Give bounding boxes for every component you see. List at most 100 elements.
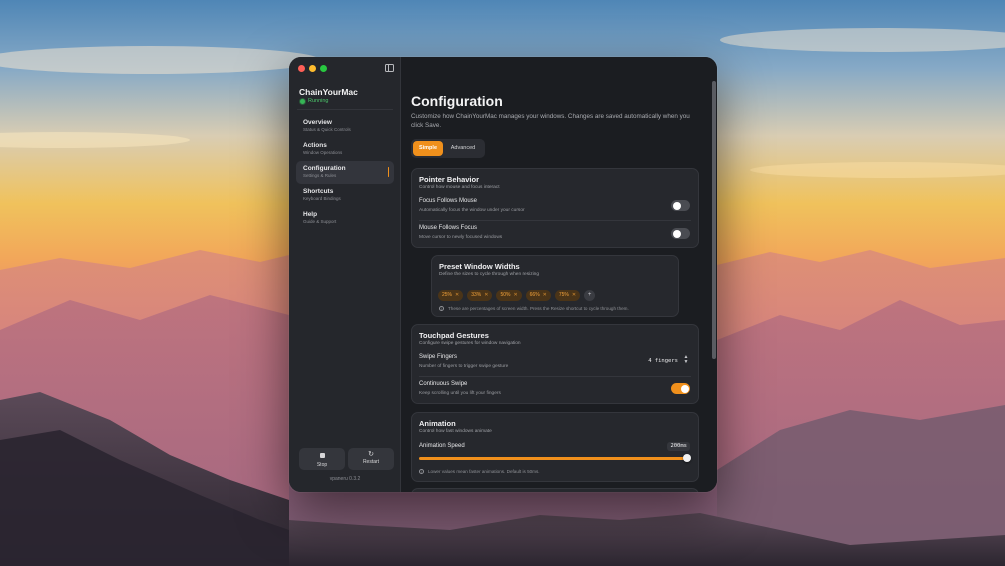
mouse-follows-focus-toggle[interactable] [671, 228, 690, 239]
pointer-behavior-card: Pointer Behavior Control how mouse and f… [411, 168, 699, 248]
zoom-button[interactable] [320, 65, 327, 72]
version-label: vpaneru 0.3.2 [329, 476, 361, 482]
card-title: Pointer Behavior [419, 175, 480, 184]
remove-icon[interactable]: ✕ [543, 290, 547, 301]
card-subtitle: Control how mouse and focus interact [419, 185, 500, 190]
width-chip[interactable]: 33% ✕ [467, 290, 493, 301]
continuous-swipe-desc: Keep scrolling until you lift your finge… [419, 391, 501, 396]
mouse-follows-focus-desc: Move cursor to newly focused windows [419, 235, 503, 240]
chip-label: 75% [558, 292, 569, 298]
focus-follows-mouse-toggle[interactable] [671, 200, 690, 211]
card-title: Touchpad Gestures [419, 331, 489, 340]
toggle-knob [672, 229, 681, 238]
main-content: Configuration Customize how ChainYourMac… [401, 57, 717, 492]
sidebar-item-label: Configuration [303, 165, 346, 172]
stop-icon [319, 453, 325, 458]
width-chip[interactable]: 75% ✕ [554, 290, 581, 301]
active-indicator [387, 167, 389, 177]
animation-speed-value: 200ms [667, 442, 690, 451]
stop-label: Stop [316, 462, 328, 468]
restart-button[interactable]: ↻ Restart [348, 448, 394, 470]
card-subtitle: Configure swipe gestures for window navi… [419, 341, 521, 346]
continuous-swipe-toggle[interactable] [671, 383, 690, 394]
restart-icon: ↻ [368, 451, 374, 458]
swipe-fingers-value: 4 fingers [648, 358, 678, 364]
sidebar-divider [297, 109, 393, 110]
sidebar-item-label: Overview [303, 119, 332, 126]
status-text: Running [308, 98, 329, 104]
sidebar-item-sublabel: Settings & Rules [303, 173, 337, 178]
row-divider [419, 376, 691, 377]
sidebar: ChainYourMac Running Overview Status & Q… [289, 57, 401, 492]
mouse-follows-focus-label: Mouse Follows Focus [419, 225, 478, 231]
close-button[interactable] [298, 65, 305, 72]
sidebar-item-overview[interactable]: Overview Status & Quick Controls [296, 115, 394, 138]
preset-info: i These are percentages of screen width.… [439, 306, 629, 311]
info-icon: i [439, 306, 444, 311]
chip-label: 66% [529, 292, 540, 298]
sidebar-item-sublabel: Guide & Support [303, 219, 337, 224]
sidebar-item-label: Help [303, 211, 318, 218]
preset-widths-card: Preset Window Widths Define the sizes to… [431, 255, 679, 317]
mode-segmented-control: Simple Advanced [411, 139, 485, 158]
remove-icon[interactable]: ✕ [513, 290, 517, 301]
status-dot-icon [300, 98, 305, 104]
chip-label: 33% [471, 292, 482, 298]
animation-info-text: Lower values mean faster animations. Def… [428, 469, 540, 474]
card-subtitle: Control how fast windows animate [419, 429, 492, 434]
card-title: Animation [419, 419, 456, 428]
card-title: Preset Window Widths [439, 262, 520, 271]
sidebar-toggle-icon[interactable] [385, 64, 394, 72]
remove-icon[interactable]: ✕ [572, 290, 576, 301]
remove-icon[interactable]: ✕ [484, 290, 488, 301]
preset-info-text: These are percentages of screen width. P… [448, 306, 629, 311]
sidebar-item-label: Shortcuts [303, 188, 334, 195]
info-icon: i [419, 469, 424, 474]
add-width-button[interactable]: + [584, 290, 596, 301]
scrollbar[interactable] [712, 81, 716, 359]
touchpad-gestures-card: Touchpad Gestures Configure swipe gestur… [411, 324, 699, 404]
titlebar [289, 57, 401, 81]
sidebar-item-label: Actions [303, 142, 327, 149]
tab-simple[interactable]: Simple [413, 141, 443, 156]
sidebar-item-configuration[interactable]: Configuration Settings & Rules [296, 161, 394, 184]
sidebar-item-sublabel: Status & Quick Controls [303, 127, 351, 132]
card-subtitle: Define the sizes to cycle through when r… [439, 272, 539, 277]
page-title: Configuration [411, 93, 503, 109]
tab-advanced[interactable]: Advanced [443, 141, 483, 156]
minimize-button[interactable] [309, 65, 316, 72]
width-chip[interactable]: 66% ✕ [525, 290, 551, 301]
sidebar-item-sublabel: Keyboard Bindings [303, 196, 341, 201]
app-window: ChainYourMac Running Overview Status & Q… [289, 57, 717, 492]
focus-follows-mouse-label: Focus Follows Mouse [419, 198, 478, 204]
animation-card: Animation Control how fast windows anima… [411, 412, 699, 482]
row-divider [419, 220, 691, 221]
sidebar-item-shortcuts[interactable]: Shortcuts Keyboard Bindings [296, 184, 394, 207]
status-indicator: Running [300, 98, 329, 104]
swipe-fingers-desc: Number of fingers to trigger swipe gestu… [419, 364, 509, 369]
animation-speed-slider[interactable] [419, 457, 689, 460]
chevron-updown-icon[interactable]: ▲ ▼ [682, 355, 690, 367]
page-description: Customize how ChainYourMac manages your … [411, 113, 690, 129]
toggle-knob [672, 201, 681, 210]
sidebar-nav: Overview Status & Quick Controls Actions… [296, 115, 394, 230]
width-chip[interactable]: 50% ✕ [496, 290, 522, 301]
width-chips: 25% ✕ 33% ✕ 50% ✕ 66% ✕ 75% ✕ + [438, 290, 596, 301]
next-card [411, 488, 699, 492]
stop-button[interactable]: Stop [299, 448, 345, 470]
continuous-swipe-label: Continuous Swipe [419, 381, 468, 387]
app-name: ChainYourMac [299, 87, 358, 97]
focus-follows-mouse-desc: Automatically focus the window under you… [419, 208, 525, 213]
swipe-fingers-label: Swipe Fingers [419, 354, 458, 360]
sidebar-item-help[interactable]: Help Guide & Support [296, 207, 394, 230]
animation-speed-label: Animation Speed [419, 443, 465, 449]
sidebar-item-actions[interactable]: Actions Window Operations [296, 138, 394, 161]
toggle-knob [680, 384, 689, 393]
chip-label: 50% [500, 292, 511, 298]
remove-icon[interactable]: ✕ [455, 290, 459, 301]
sidebar-item-sublabel: Window Operations [303, 150, 343, 155]
chip-label: 25% [442, 292, 453, 298]
slider-knob[interactable] [683, 454, 691, 462]
animation-info: i Lower values mean faster animations. D… [419, 469, 540, 474]
width-chip[interactable]: 25% ✕ [438, 290, 464, 301]
